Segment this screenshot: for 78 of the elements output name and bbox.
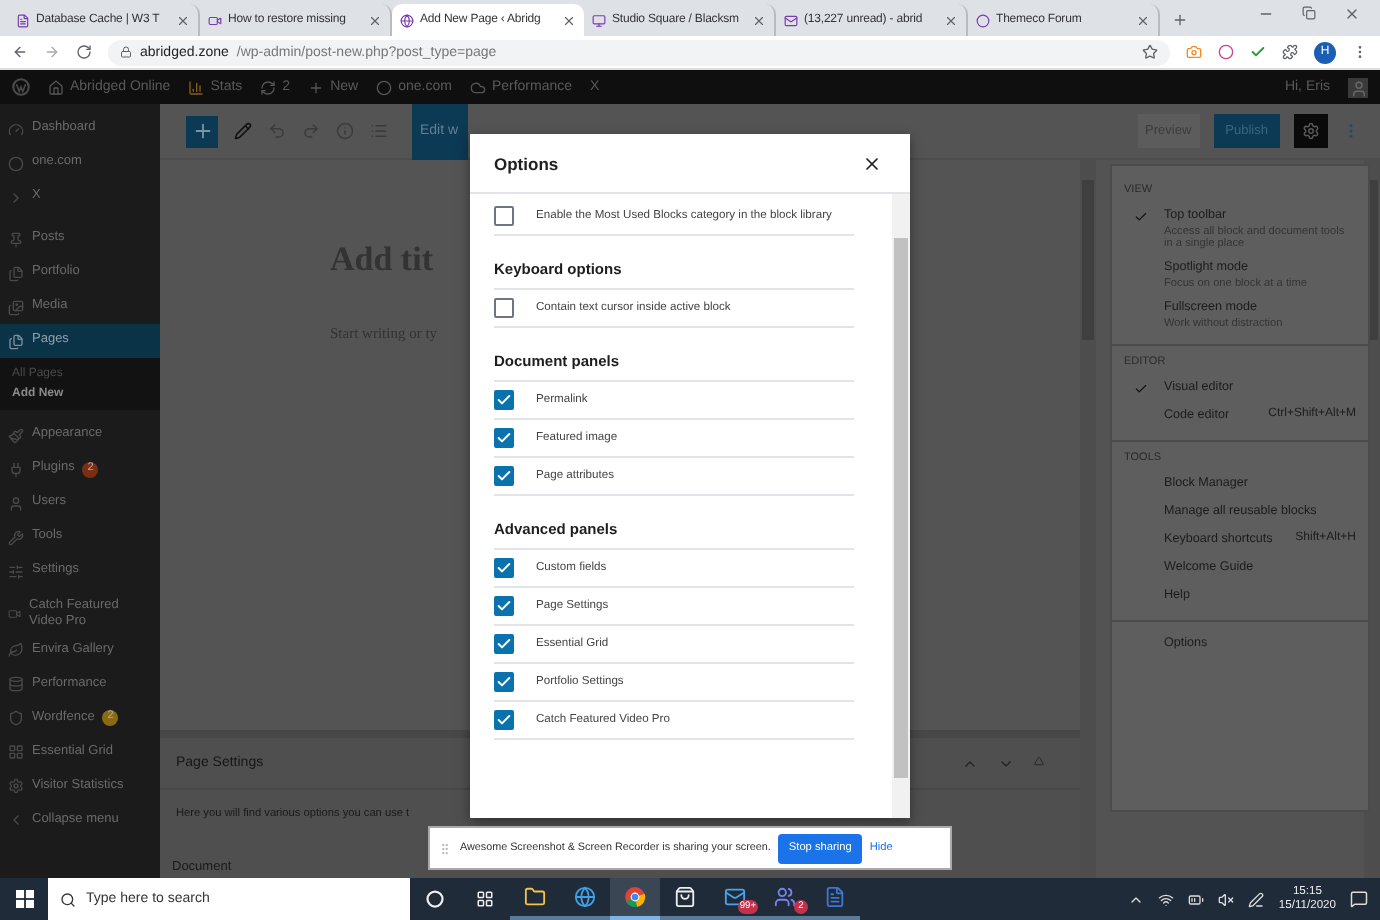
checkbox[interactable] xyxy=(494,298,514,318)
grid-icon xyxy=(8,743,24,760)
checkbox[interactable] xyxy=(494,672,514,692)
people-icon xyxy=(774,886,796,908)
favicon-icon xyxy=(592,13,606,27)
camera-icon[interactable] xyxy=(1186,44,1202,60)
pages-icon xyxy=(8,333,24,349)
checkbox[interactable] xyxy=(494,634,514,654)
circle-icon xyxy=(8,155,24,171)
add-block-button[interactable] xyxy=(186,115,218,147)
notification-icon[interactable] xyxy=(1350,890,1368,908)
restore-icon[interactable] xyxy=(1302,6,1316,20)
settings-icon xyxy=(8,777,24,794)
user-icon xyxy=(8,495,24,511)
globe-icon xyxy=(574,886,596,908)
browser-icon xyxy=(624,886,646,908)
search-icon xyxy=(60,891,76,907)
cloud-icon xyxy=(469,79,486,95)
checkbox[interactable] xyxy=(494,428,514,448)
checkbox[interactable] xyxy=(494,558,514,578)
database-icon xyxy=(8,675,24,692)
shield-icon xyxy=(8,709,24,726)
favicon-icon xyxy=(976,13,990,27)
wrench-icon xyxy=(8,529,24,545)
check-icon[interactable] xyxy=(1250,44,1266,60)
chart-icon xyxy=(188,79,205,95)
check-icon xyxy=(1134,210,1148,224)
reload-icon[interactable] xyxy=(76,44,92,60)
favicon-icon xyxy=(16,13,30,27)
battery-icon[interactable] xyxy=(1188,891,1205,907)
settings-icon xyxy=(1302,122,1320,140)
pin-icon xyxy=(8,231,24,247)
star-icon[interactable] xyxy=(1142,44,1158,60)
dialog-title: Options xyxy=(494,153,559,173)
puzzle-icon[interactable] xyxy=(1282,44,1298,60)
checkbox[interactable] xyxy=(494,596,514,616)
avatar-icon[interactable] xyxy=(1348,77,1368,97)
pages-icon xyxy=(8,265,24,281)
plus-icon xyxy=(191,120,213,142)
gauge-icon xyxy=(8,121,24,137)
check-icon xyxy=(1134,382,1148,396)
settings-button[interactable] xyxy=(1294,114,1328,148)
plug-icon xyxy=(8,461,24,477)
taskbar-app[interactable] xyxy=(610,878,660,920)
bag-icon xyxy=(674,886,696,908)
favicon-icon xyxy=(208,13,222,27)
network-icon[interactable] xyxy=(1158,891,1175,907)
folder-icon xyxy=(524,886,546,908)
leaf-icon xyxy=(8,641,24,658)
back-icon[interactable] xyxy=(12,44,28,60)
mute-icon[interactable] xyxy=(1218,891,1235,907)
windows-icon xyxy=(15,890,33,908)
chevron-icon xyxy=(8,189,24,205)
circle-icon xyxy=(376,79,393,95)
pen-icon[interactable] xyxy=(1248,891,1265,907)
task-view-icon[interactable] xyxy=(476,890,494,908)
sliders-icon xyxy=(8,563,24,579)
video-icon xyxy=(8,606,22,623)
checkbox[interactable] xyxy=(494,206,514,226)
chevron-icon xyxy=(8,811,24,828)
close-icon[interactable] xyxy=(862,153,882,173)
favicon-icon xyxy=(784,13,798,27)
extension-icon[interactable] xyxy=(1218,44,1234,60)
checkbox[interactable] xyxy=(494,710,514,730)
lock-icon xyxy=(120,46,132,58)
favicon-icon xyxy=(400,13,414,27)
document-icon xyxy=(824,886,846,908)
close-icon[interactable] xyxy=(562,13,576,27)
cortana-icon[interactable] xyxy=(426,890,444,908)
plus-icon xyxy=(308,79,325,95)
checkbox[interactable] xyxy=(494,466,514,486)
home-icon xyxy=(48,79,64,95)
pencil-icon[interactable] xyxy=(234,122,252,140)
images-icon xyxy=(8,299,24,315)
brush-icon xyxy=(8,427,24,443)
checkbox[interactable] xyxy=(494,390,514,410)
refresh-icon xyxy=(260,79,277,95)
new-tab-icon[interactable] xyxy=(1172,12,1188,28)
